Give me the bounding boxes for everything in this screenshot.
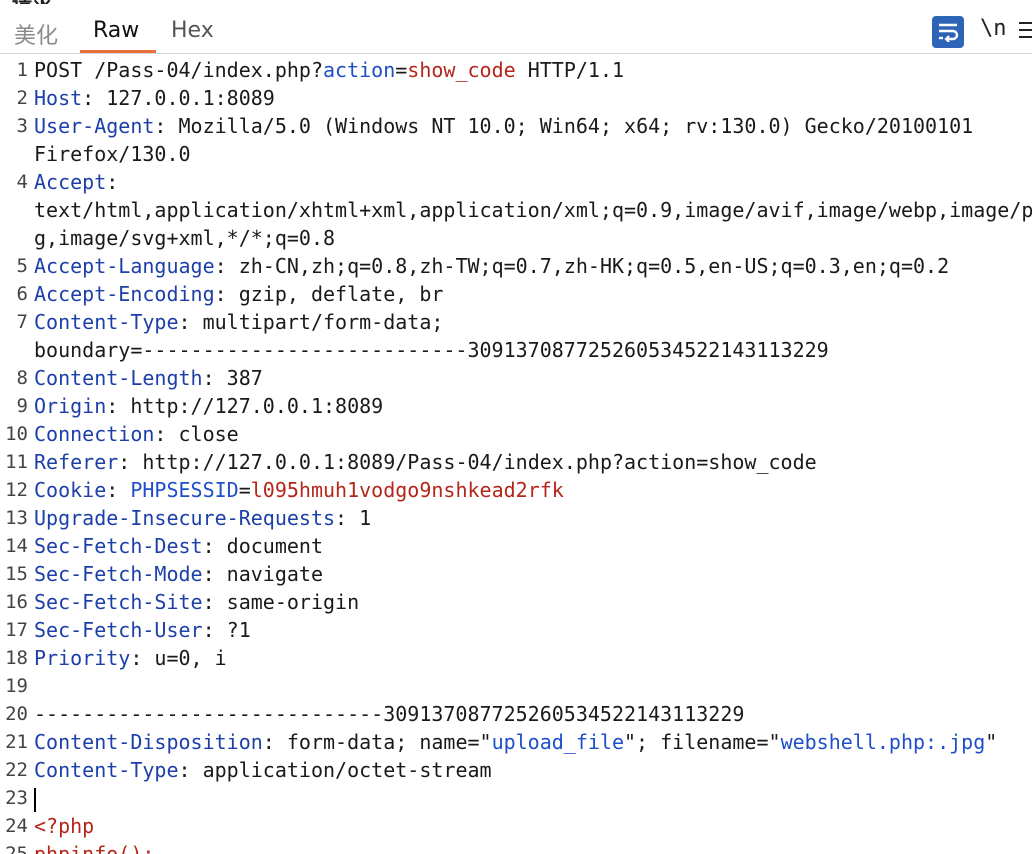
- hamburger-menu-icon[interactable]: [1019, 22, 1032, 44]
- line-number: 14: [5, 535, 28, 557]
- header-origin: Origin: http://127.0.0.1:8089: [34, 394, 384, 418]
- header-content-length: Content-Length: 387: [34, 366, 263, 390]
- line-number: 6: [16, 283, 28, 305]
- line-number: 10: [5, 423, 28, 445]
- header-accept: Accept:: [34, 170, 119, 194]
- line-number: 11: [5, 451, 28, 473]
- header-content-disposition: Content-Disposition: form-data; name="up…: [34, 730, 998, 754]
- editor-line-wrap: Firefox/130.0: [0, 140, 1032, 168]
- header-priority: Priority: u=0, i: [34, 646, 227, 670]
- word-wrap-icon: [939, 23, 959, 42]
- header-sec-fetch-site: Sec-Fetch-Site: same-origin: [34, 590, 360, 614]
- header-host: Host: 127.0.0.1:8089: [34, 86, 275, 110]
- line-number: 25: [5, 843, 28, 854]
- header-content-type: Content-Type: multipart/form-data;: [34, 310, 444, 334]
- tab-raw[interactable]: Raw: [93, 18, 139, 43]
- editor-line: 15 Sec-Fetch-Mode: navigate: [0, 560, 1032, 588]
- line-number: 21: [5, 731, 28, 753]
- editor-line: 5 Accept-Language: zh-CN,zh;q=0.8,zh-TW;…: [0, 252, 1032, 280]
- editor-tab-bar: 美化 Raw Hex \n: [0, 4, 1032, 54]
- editor-line: 10 Connection: close: [0, 420, 1032, 448]
- line-number: 17: [5, 619, 28, 641]
- editor-line-wrap: g,image/svg+xml,*/*;q=0.8: [0, 224, 1032, 252]
- request-editor[interactable]: 1 POST /Pass-04/index.php?action=show_co…: [0, 56, 1032, 854]
- header-sec-fetch-dest: Sec-Fetch-Dest: document: [34, 534, 323, 558]
- line-number: 2: [16, 87, 28, 109]
- line-number: 24: [5, 815, 28, 837]
- header-accept-language: Accept-Language: zh-CN,zh;q=0.8,zh-TW;q=…: [34, 254, 950, 278]
- text-caret[interactable]: [34, 784, 36, 812]
- editor-line: 3 User-Agent: Mozilla/5.0 (Windows NT 10…: [0, 112, 1032, 140]
- header-user-agent-continued: Firefox/130.0: [34, 142, 191, 166]
- php-open-tag: <?php: [34, 814, 95, 838]
- editor-line: 23: [0, 784, 1032, 812]
- editor-line: 14 Sec-Fetch-Dest: document: [0, 532, 1032, 560]
- editor-line-wrap: boundary=---------------------------3091…: [0, 336, 1032, 364]
- header-user-agent: User-Agent: Mozilla/5.0 (Windows NT 10.0…: [34, 114, 974, 138]
- header-accept-encoding: Accept-Encoding: gzip, deflate, br: [34, 282, 444, 306]
- tab-hex[interactable]: Hex: [171, 18, 214, 43]
- editor-line: 16 Sec-Fetch-Site: same-origin: [0, 588, 1032, 616]
- editor-line: 12 Cookie: PHPSESSID=l095hmuh1vodgo9nshk…: [0, 476, 1032, 504]
- editor-line: 8 Content-Length: 387: [0, 364, 1032, 392]
- editor-line: 21 Content-Disposition: form-data; name=…: [0, 728, 1032, 756]
- editor-line: 7 Content-Type: multipart/form-data;: [0, 308, 1032, 336]
- word-wrap-button[interactable]: [932, 16, 964, 48]
- editor-line: 6 Accept-Encoding: gzip, deflate, br: [0, 280, 1032, 308]
- editor-line: 22 Content-Type: application/octet-strea…: [0, 756, 1032, 784]
- editor-line: 25 phpinfo();: [0, 840, 1032, 854]
- header-accept-continued: g,image/svg+xml,*/*;q=0.8: [34, 226, 336, 250]
- line-number: 5: [16, 255, 28, 277]
- request-line: POST /Pass-04/index.php?action=show_code…: [34, 58, 625, 82]
- line-number: 19: [5, 675, 28, 697]
- editor-line: 24 <?php: [0, 812, 1032, 840]
- line-number: 15: [5, 563, 28, 585]
- tab-pretty[interactable]: 美化: [14, 18, 58, 50]
- header-cookie: Cookie: PHPSESSID=l095hmuh1vodgo9nshkead…: [34, 478, 564, 502]
- line-number: 8: [16, 367, 28, 389]
- editor-line: 9 Origin: http://127.0.0.1:8089: [0, 392, 1032, 420]
- line-number: 12: [5, 479, 28, 501]
- editor-line: 13 Upgrade-Insecure-Requests: 1: [0, 504, 1032, 532]
- header-content-type-continued: boundary=---------------------------3091…: [34, 338, 829, 362]
- line-number: 1: [16, 59, 28, 81]
- header-sec-fetch-user: Sec-Fetch-User: ?1: [34, 618, 251, 642]
- header-part-content-type: Content-Type: application/octet-stream: [34, 758, 492, 782]
- editor-line: 1 POST /Pass-04/index.php?action=show_co…: [0, 56, 1032, 84]
- header-referer: Referer: http://127.0.0.1:8089/Pass-04/i…: [34, 450, 817, 474]
- line-number: 20: [5, 703, 28, 725]
- editor-line: 17 Sec-Fetch-User: ?1: [0, 616, 1032, 644]
- editor-line-wrap: text/html,application/xhtml+xml,applicat…: [0, 196, 1032, 224]
- editor-line: 20 -----------------------------30913708…: [0, 700, 1032, 728]
- line-number: 22: [5, 759, 28, 781]
- editor-line: 11 Referer: http://127.0.0.1:8089/Pass-0…: [0, 448, 1032, 476]
- multipart-boundary: -----------------------------30913708772…: [34, 702, 745, 726]
- line-number: 3: [16, 115, 28, 137]
- header-sec-fetch-mode: Sec-Fetch-Mode: navigate: [34, 562, 323, 586]
- header-connection: Connection: close: [34, 422, 239, 446]
- line-number: 9: [16, 395, 28, 417]
- editor-line: 2 Host: 127.0.0.1:8089: [0, 84, 1032, 112]
- active-tab-indicator: [80, 50, 156, 53]
- editor-line: 18 Priority: u=0, i: [0, 644, 1032, 672]
- line-number: 13: [5, 507, 28, 529]
- line-number: 7: [16, 311, 28, 333]
- editor-line: 19: [0, 672, 1032, 700]
- show-newlines-button[interactable]: \n: [980, 16, 1007, 41]
- line-number: 23: [5, 787, 28, 809]
- header-accept-continued: text/html,application/xhtml+xml,applicat…: [34, 198, 1032, 222]
- php-function-call: phpinfo();: [34, 842, 155, 854]
- line-number: 18: [5, 647, 28, 669]
- line-number: 16: [5, 591, 28, 613]
- editor-line: 4 Accept:: [0, 168, 1032, 196]
- line-number: 4: [16, 171, 28, 193]
- header-upgrade-insecure-requests: Upgrade-Insecure-Requests: 1: [34, 506, 372, 530]
